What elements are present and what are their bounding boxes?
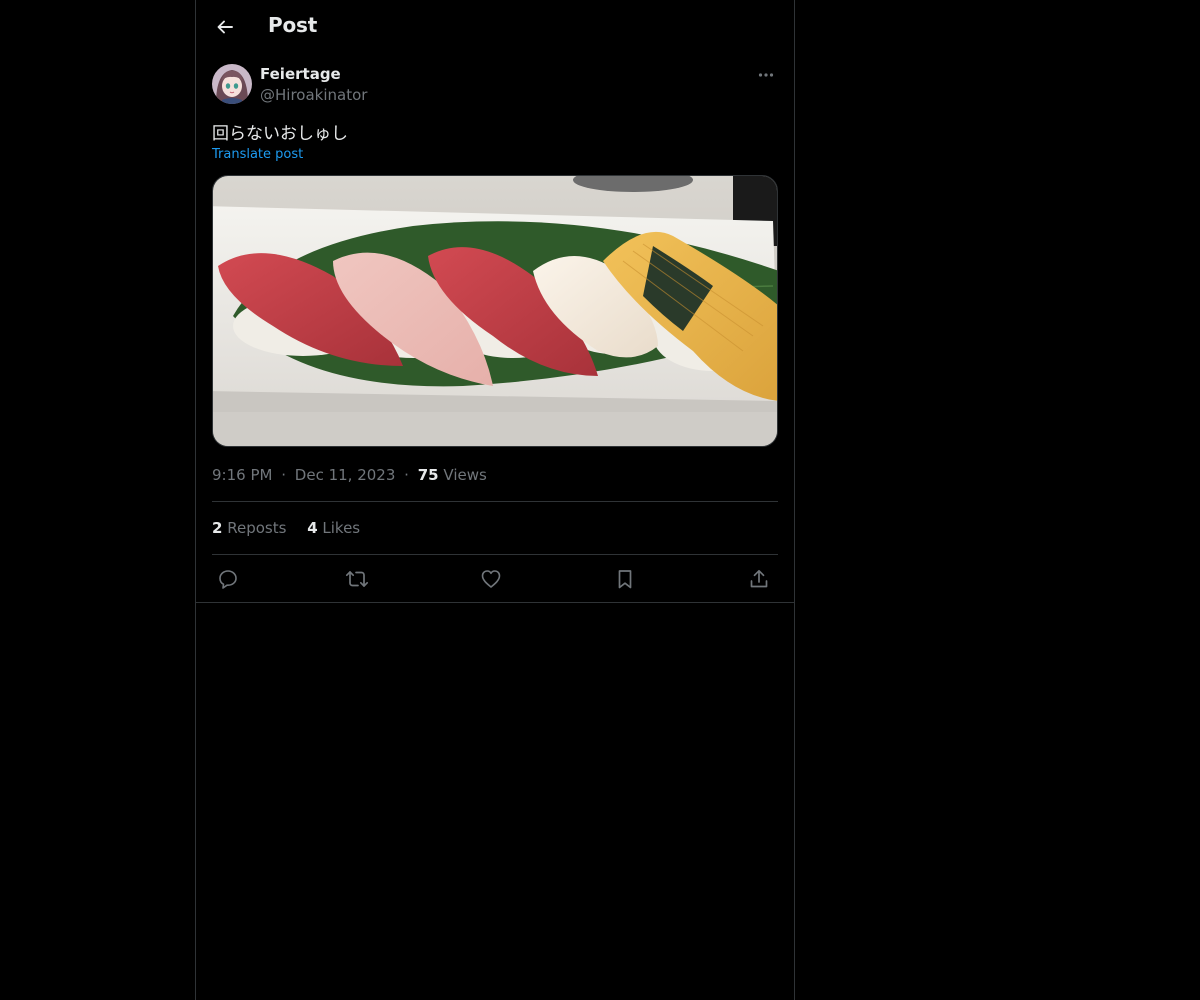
views-count: 75 (417, 466, 439, 484)
more-options-button[interactable] (754, 64, 778, 86)
page-header: Post (196, 0, 794, 53)
back-button[interactable] (208, 10, 242, 44)
divider (212, 501, 778, 502)
bookmark-icon (618, 570, 632, 589)
post-meta: 9:16 PM · Dec 11, 2023 · 75 Views (212, 466, 487, 484)
author-row: Feiertage @Hiroakinator (212, 64, 778, 106)
post-actions (212, 565, 778, 593)
reply-icon (219, 570, 237, 589)
post-time[interactable]: 9:16 PM (212, 466, 272, 484)
post-date[interactable]: Dec 11, 2023 (295, 466, 396, 484)
sushi-photo (213, 176, 777, 446)
repost-button[interactable] (342, 565, 372, 593)
avatar[interactable] (212, 64, 252, 104)
author-handle[interactable]: @Hiroakinator (260, 86, 367, 104)
share-button[interactable] (744, 565, 774, 593)
bookmark-button[interactable] (610, 565, 640, 593)
likes-count: 4 (307, 519, 318, 537)
more-horizontal-icon (758, 73, 774, 77)
divider (212, 554, 778, 555)
heart-icon (481, 570, 501, 588)
post-stats: 2 Reposts 4 Likes (212, 519, 376, 537)
author-display-name[interactable]: Feiertage (260, 65, 341, 83)
meta-separator: · (404, 466, 409, 484)
reply-button[interactable] (213, 565, 243, 593)
avatar-image (212, 64, 252, 104)
page-title: Post (268, 13, 318, 37)
post-bottom-border (196, 602, 794, 603)
repost-icon (345, 571, 369, 587)
reposts-stat[interactable]: 2 Reposts (212, 519, 286, 537)
meta-separator: · (281, 466, 287, 484)
reposts-label: Reposts (227, 519, 287, 537)
likes-stat[interactable]: 4 Likes (307, 519, 360, 537)
likes-label: Likes (322, 519, 361, 537)
views-label: Views (443, 466, 487, 484)
arrow-left-icon (217, 20, 233, 34)
reposts-count: 2 (212, 519, 223, 537)
like-button[interactable] (476, 565, 506, 593)
share-icon (750, 569, 768, 588)
post-column: Post Feiertage @Hiroakinator 回らないおしゅし Tr… (195, 0, 795, 1000)
post-text: 回らないおしゅし (212, 124, 348, 144)
translate-post-link[interactable]: Translate post (212, 147, 303, 162)
post-media-image[interactable] (212, 175, 778, 447)
